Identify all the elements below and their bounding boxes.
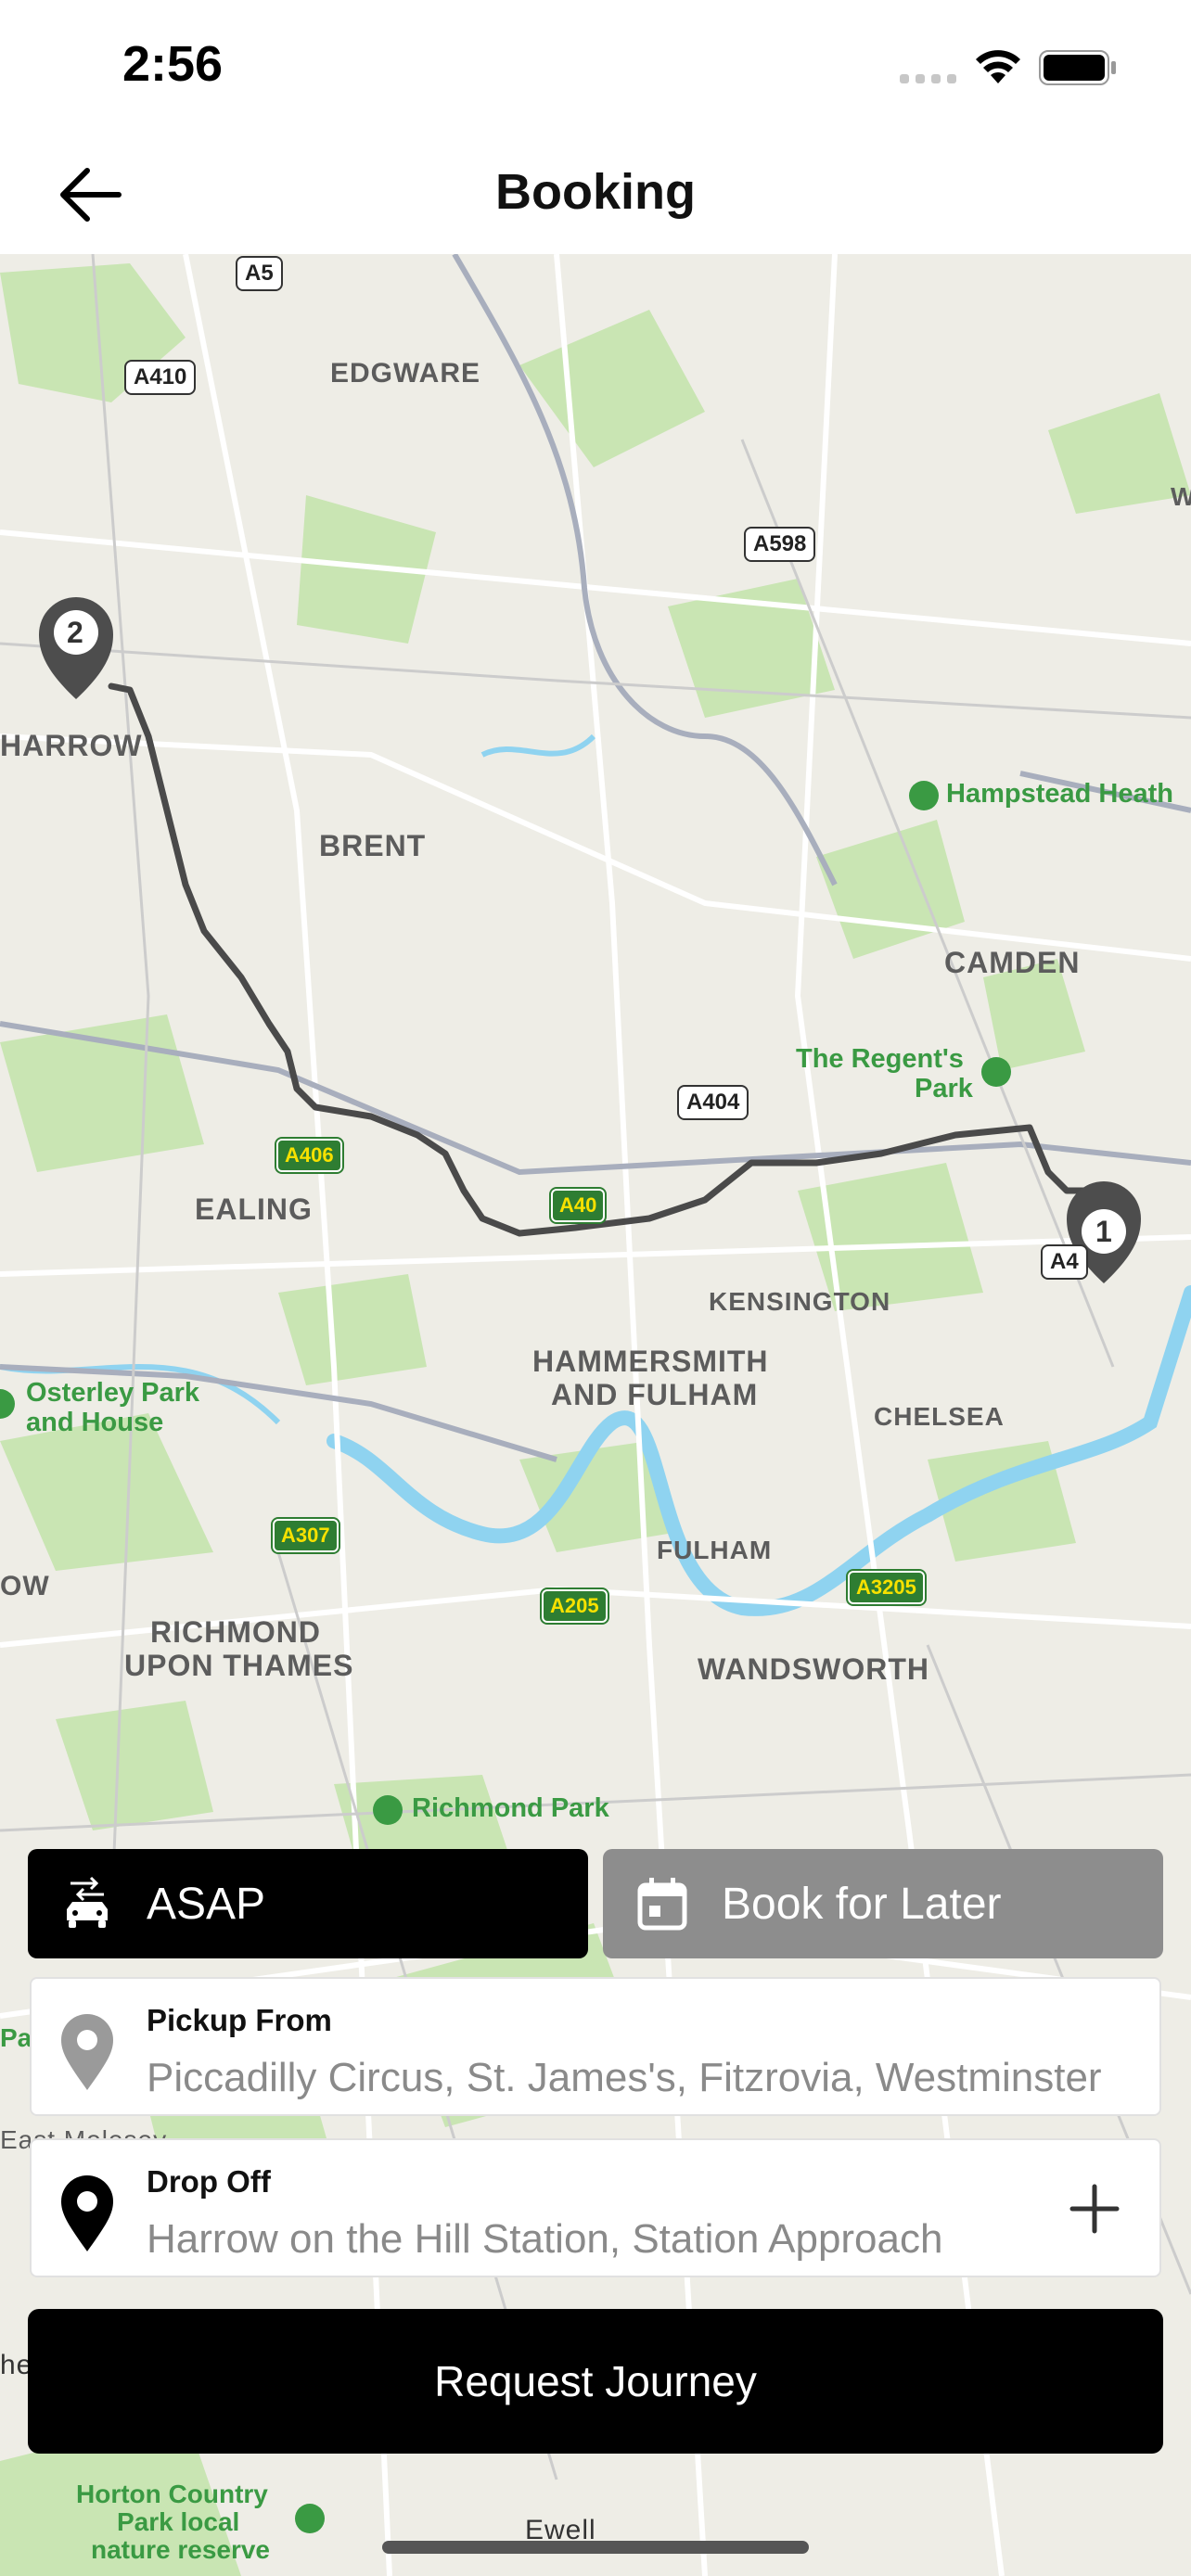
destination-marker-number: 2 bbox=[67, 616, 84, 649]
battery-icon bbox=[1039, 50, 1116, 85]
status-bar: 2:56 bbox=[0, 0, 1191, 130]
map-label-edgware: EDGWARE bbox=[330, 358, 481, 389]
map-label-chelsea: CHELSEA bbox=[874, 1402, 1005, 1431]
road-shield-a598: A598 bbox=[744, 527, 816, 562]
map-label-kensington: KENSINGTON bbox=[709, 1287, 891, 1316]
map-label-edge-w: W bbox=[1171, 482, 1191, 511]
navigation-bar: Booking bbox=[0, 130, 1191, 254]
map-label-fulham: FULHAM bbox=[657, 1536, 773, 1564]
map-label-ealing: EALING bbox=[195, 1192, 313, 1226]
asap-label: ASAP bbox=[147, 1879, 266, 1929]
map-label-richmond-park: Richmond Park bbox=[412, 1793, 609, 1823]
dropoff-label: Drop Off bbox=[147, 2164, 271, 2199]
road-shield-a5: A5 bbox=[236, 256, 283, 291]
map-label-wandsworth: WANDSWORTH bbox=[698, 1652, 929, 1686]
status-time: 2:56 bbox=[122, 36, 224, 92]
dropoff-value[interactable]: Harrow on the Hill Station, Station Appr… bbox=[147, 2216, 1037, 2263]
pickup-value[interactable]: Piccadilly Circus, St. James's, Fitzrovi… bbox=[147, 2055, 1158, 2101]
road-shield-a404: A404 bbox=[677, 1085, 749, 1120]
road-shield-a205: A205 bbox=[542, 1589, 608, 1623]
map-label-horton-3: nature reserve bbox=[91, 2535, 271, 2564]
dropoff-field[interactable]: Drop Off Harrow on the Hill Station, Sta… bbox=[30, 2138, 1161, 2277]
road-shield-a307: A307 bbox=[273, 1519, 339, 1552]
map-label-brent: BRENT bbox=[319, 829, 427, 862]
dropoff-pin-icon bbox=[61, 2175, 113, 2251]
map-label-edge-pa: Pa bbox=[0, 2023, 32, 2052]
map-label-regents-park-2: Park bbox=[915, 1074, 973, 1103]
map-label-hampstead-heath: Hampstead Heath bbox=[946, 779, 1173, 809]
map-label-osterley-2: and House bbox=[26, 1408, 164, 1437]
road-shield-a40: A40 bbox=[551, 1189, 606, 1222]
home-indicator[interactable] bbox=[382, 2541, 809, 2554]
car-icon bbox=[67, 1876, 108, 1928]
map-label-horton-2: Park local bbox=[117, 2507, 240, 2536]
map-label-regents-park-1: The Regent's bbox=[796, 1044, 964, 1074]
book-for-later-button[interactable]: Book for Later bbox=[603, 1849, 1163, 1958]
road-shield-a406: A406 bbox=[276, 1139, 342, 1172]
cellular-signal-icon bbox=[900, 74, 956, 83]
calendar-icon bbox=[637, 1878, 687, 1931]
asap-button[interactable]: ASAP bbox=[28, 1849, 588, 1958]
map-label-upon-thames: UPON THAMES bbox=[124, 1649, 354, 1682]
pickup-field[interactable]: Pickup From Piccadilly Circus, St. James… bbox=[30, 1977, 1161, 2116]
road-shield-a4: A4 bbox=[1041, 1244, 1088, 1280]
road-shield-a3205: A3205 bbox=[848, 1571, 925, 1604]
map-label-osterley-1: Osterley Park bbox=[26, 1378, 200, 1408]
wifi-icon bbox=[976, 50, 1020, 83]
pickup-label: Pickup From bbox=[147, 2003, 332, 2037]
map-label-edge-ow: OW bbox=[0, 1571, 50, 1601]
origin-marker-number: 1 bbox=[1095, 1215, 1113, 1248]
map-label-richmond: RICHMOND bbox=[150, 1615, 321, 1649]
add-stop-icon[interactable] bbox=[1067, 2181, 1122, 2237]
map-label-hammersmith: HAMMERSMITH bbox=[532, 1345, 769, 1378]
map-label-camden: CAMDEN bbox=[944, 946, 1081, 979]
road-shield-a410: A410 bbox=[124, 360, 197, 395]
map-label-harrow: HARROW bbox=[0, 729, 143, 762]
page-title: Booking bbox=[495, 164, 696, 220]
map-label-fulham-area: AND FULHAM bbox=[551, 1378, 759, 1411]
book-for-later-label: Book for Later bbox=[722, 1879, 1002, 1929]
map-label-horton-1: Horton Country bbox=[76, 2480, 268, 2508]
pickup-pin-icon bbox=[61, 2014, 113, 2090]
request-journey-button[interactable]: Request Journey bbox=[28, 2309, 1163, 2454]
